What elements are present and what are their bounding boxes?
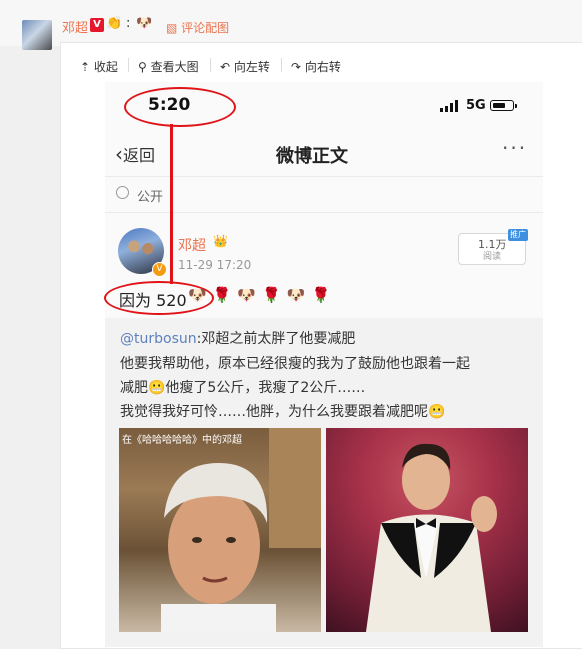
- photo-caption: 在《哈哈哈哈哈》中的邓超: [122, 435, 242, 446]
- battery-icon: [490, 100, 514, 111]
- quote-line-4: 我觉得我好可怜……他胖，为什么我要跟着减肥呢😬: [120, 404, 446, 420]
- photo-left[interactable]: [119, 428, 321, 632]
- doge-icon: 🐶: [136, 16, 153, 31]
- rotate-left-button[interactable]: ↶ 向左转: [220, 58, 270, 75]
- doge-icon: 🐶: [237, 286, 263, 304]
- promo-tag: 推广: [508, 229, 528, 241]
- person-in-cap-illustration: [161, 428, 321, 632]
- comment-colon: :: [126, 16, 131, 31]
- emoji-icon: 👏: [106, 16, 123, 31]
- photo-right[interactable]: [326, 428, 528, 632]
- time-annotation-circle: [124, 87, 236, 127]
- member-crown-icon: 👑: [213, 234, 228, 248]
- search-icon: ⚲: [138, 60, 147, 74]
- post-time: 11-29 17:20: [178, 258, 252, 272]
- commenter-avatar[interactable]: [22, 20, 52, 50]
- globe-icon: [116, 186, 129, 199]
- comment-image-label: 评论配图: [181, 21, 230, 35]
- reads-label: 阅读: [483, 252, 502, 262]
- rose-icon: 🌹: [262, 286, 287, 304]
- rose-icon: 🌹: [212, 286, 238, 304]
- back-button[interactable]: ‹返回: [115, 142, 155, 166]
- visibility-label: 公开: [137, 190, 164, 205]
- toolbar-divider: [281, 58, 282, 72]
- collapse-button[interactable]: ⇡ 收起: [80, 58, 118, 75]
- collapse-icon: ⇡: [80, 60, 91, 74]
- rotate-right-button[interactable]: ↷ 向右转: [291, 58, 341, 75]
- man-in-tuxedo-illustration: [366, 443, 497, 632]
- quote-line-1-text: :邓超之前太胖了他要减肥: [196, 331, 356, 347]
- rose-icon: 🌹: [311, 286, 337, 304]
- network-label: 5G: [466, 98, 486, 113]
- verified-badge-icon: V: [90, 18, 104, 32]
- comment-image-link[interactable]: ▧ 评论配图: [166, 19, 229, 36]
- view-large-button[interactable]: ⚲ 查看大图: [138, 58, 199, 75]
- quote-handle[interactable]: @turbosun: [120, 331, 197, 347]
- quote-line-3: 减肥😬他瘦了5公斤，我瘦了2公斤……: [120, 380, 366, 396]
- toolbar-divider: [128, 58, 129, 72]
- text-annotation-circle: [104, 281, 214, 315]
- author-verified-icon: V: [152, 262, 167, 277]
- author-name[interactable]: 邓超: [178, 235, 206, 255]
- battery-tip: [515, 104, 517, 108]
- toolbar-divider: [210, 58, 211, 72]
- signal-icon: [440, 100, 458, 112]
- rotate-left-icon: ↶: [220, 60, 231, 74]
- nav-title: 微博正文: [276, 146, 348, 167]
- quote-line-2: 他要我帮助他，原本已经很瘦的我为了鼓励他也跟着一起: [120, 356, 470, 372]
- rotate-right-label: 向右转: [304, 60, 341, 74]
- quote-line-1: @turbosun:邓超之前太胖了他要减肥: [120, 328, 355, 348]
- back-chevron-icon: ‹: [115, 142, 123, 166]
- collapse-label: 收起: [93, 60, 118, 74]
- rotate-left-label: 向左转: [233, 60, 270, 74]
- view-large-label: 查看大图: [150, 60, 199, 74]
- doge-icon: 🐶: [286, 286, 312, 304]
- more-icon[interactable]: ···: [502, 136, 527, 160]
- commenter-name[interactable]: 邓超: [62, 17, 88, 36]
- annotation-connector-line: [170, 124, 173, 284]
- rotate-right-icon: ↷: [291, 60, 302, 74]
- back-label: 返回: [123, 146, 156, 165]
